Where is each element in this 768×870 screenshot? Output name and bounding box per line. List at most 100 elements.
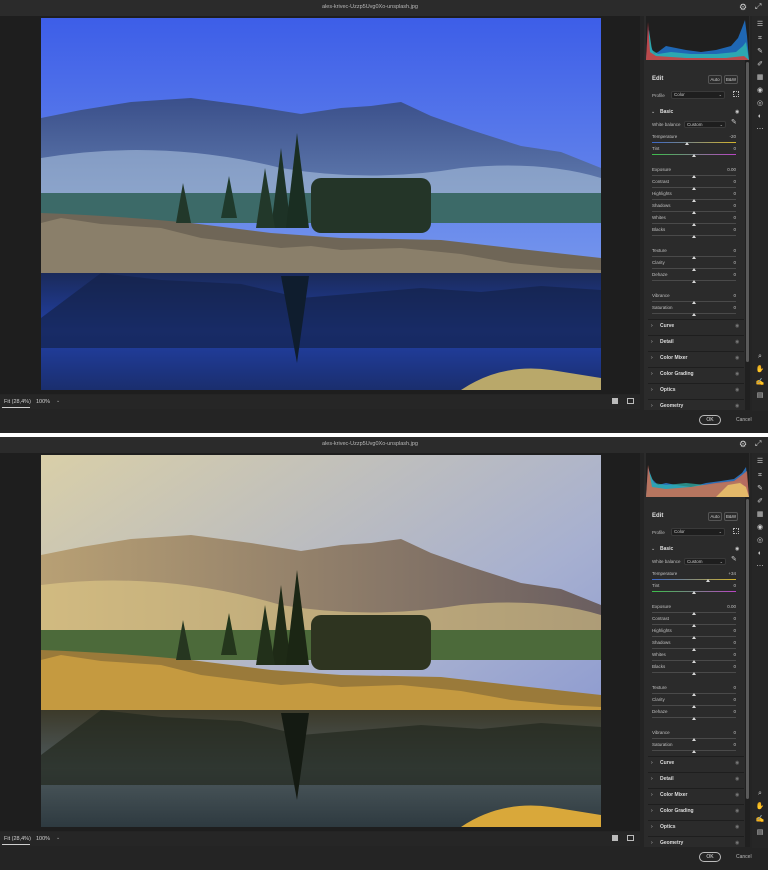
eye-icon[interactable]: ◉ — [735, 760, 739, 766]
eye-icon[interactable]: ◉ — [735, 109, 739, 115]
eye-icon[interactable]: ◉ — [735, 403, 739, 409]
scroll-thumb[interactable] — [746, 499, 749, 799]
zoom-level[interactable]: 100% — [36, 399, 50, 405]
slider-value[interactable]: -20 — [716, 134, 736, 139]
crop-icon[interactable]: ⌗ — [755, 34, 765, 43]
slider-knob[interactable] — [692, 750, 696, 753]
eye-icon[interactable]: ◉ — [735, 387, 739, 393]
zoom-icon[interactable]: ⌕ — [755, 789, 765, 798]
slider-knob[interactable] — [692, 660, 696, 663]
section-header[interactable]: › Color Grading ◉ — [644, 368, 744, 380]
slider-knob[interactable] — [692, 235, 696, 238]
slider-knob[interactable] — [685, 142, 690, 145]
slider-knob[interactable] — [692, 154, 696, 157]
slider-knob[interactable] — [692, 738, 696, 741]
slider-value[interactable]: 0 — [716, 709, 736, 714]
slider-knob[interactable] — [692, 693, 696, 696]
mask-icon[interactable]: ◉ — [755, 523, 765, 532]
slider-value[interactable]: 0 — [716, 697, 736, 702]
grid-toggle-icon[interactable]: ▤ — [755, 391, 765, 400]
white-balance-select[interactable]: Custom ⌄ — [684, 121, 726, 128]
hand-icon[interactable]: ✋ — [755, 365, 765, 374]
slider-value[interactable]: 0.00 — [716, 604, 736, 609]
slider-value[interactable]: 0 — [716, 191, 736, 196]
slider-value[interactable]: 0 — [716, 730, 736, 735]
redeye-icon[interactable]: ◎ — [755, 536, 765, 545]
profile-browser-icon[interactable] — [733, 528, 739, 534]
redeye-icon[interactable]: ◎ — [755, 99, 765, 108]
slider-value[interactable]: 0 — [716, 664, 736, 669]
profile-select[interactable]: Color ⌄ — [671, 91, 725, 99]
gradient-icon[interactable]: ▦ — [755, 510, 765, 519]
slider-value[interactable]: 0 — [716, 203, 736, 208]
eye-icon[interactable]: ◉ — [735, 792, 739, 798]
scroll-thumb[interactable] — [746, 62, 749, 362]
slider-value[interactable]: 0 — [716, 260, 736, 265]
eye-icon[interactable]: ◉ — [735, 840, 739, 846]
slider-value[interactable]: +34 — [716, 571, 736, 576]
section-header[interactable]: › Optics ◉ — [644, 821, 744, 833]
expand-icon[interactable]: ⤢ — [755, 439, 761, 449]
compare-view-icon[interactable] — [627, 398, 634, 404]
auto-button[interactable]: Auto — [708, 75, 722, 84]
more-icon[interactable]: ⋯ — [755, 125, 765, 134]
cancel-button[interactable]: Cancel — [736, 854, 752, 860]
fit-zoom-button[interactable]: Fit (28,4%) — [4, 399, 31, 405]
heal-icon[interactable]: ✎ — [755, 484, 765, 493]
slider-knob[interactable] — [692, 199, 696, 202]
panel-scrollbar[interactable] — [745, 60, 750, 410]
eye-icon[interactable]: ◉ — [735, 824, 739, 830]
slider-knob[interactable] — [692, 187, 696, 190]
crop-icon[interactable]: ⌗ — [755, 471, 765, 480]
eye-icon[interactable]: ◉ — [735, 546, 739, 552]
eye-icon[interactable]: ◉ — [735, 339, 739, 345]
before-after-icon[interactable] — [612, 398, 618, 404]
slider-value[interactable]: 0 — [716, 685, 736, 690]
section-basic-header[interactable]: ⌄ Basic ◉ — [644, 106, 744, 118]
slider-knob[interactable] — [692, 313, 696, 316]
sampler-icon[interactable]: ✍ — [755, 378, 765, 387]
section-basic-header[interactable]: ⌄ Basic ◉ — [644, 543, 744, 555]
slider-knob[interactable] — [692, 211, 696, 214]
zoom-icon[interactable]: ⌕ — [755, 352, 765, 361]
slider-knob[interactable] — [692, 175, 696, 178]
slider-value[interactable]: 0 — [716, 293, 736, 298]
slider-value[interactable]: 0 — [716, 215, 736, 220]
eye-icon[interactable]: ◉ — [735, 355, 739, 361]
slider-knob[interactable] — [692, 591, 696, 594]
panel-scrollbar[interactable] — [745, 497, 750, 847]
slider-value[interactable]: 0 — [716, 640, 736, 645]
hand-icon[interactable]: ✋ — [755, 802, 765, 811]
slider-value[interactable]: 0 — [716, 583, 736, 588]
section-header[interactable]: › Detail ◉ — [644, 336, 744, 348]
profile-select[interactable]: Color ⌄ — [671, 528, 725, 536]
eye-icon[interactable]: ◉ — [735, 371, 739, 377]
heal-icon[interactable]: ✎ — [755, 47, 765, 56]
slider-value[interactable]: 0 — [716, 179, 736, 184]
gradient-icon[interactable]: ▦ — [755, 73, 765, 82]
presets-icon[interactable]: ◐ — [755, 549, 765, 558]
before-after-icon[interactable] — [612, 835, 618, 841]
brush-icon[interactable]: ✐ — [755, 497, 765, 506]
slider-value[interactable]: 0 — [716, 227, 736, 232]
white-balance-select[interactable]: Custom ⌄ — [684, 558, 726, 565]
slider-knob[interactable] — [692, 705, 696, 708]
slider-knob[interactable] — [692, 223, 696, 226]
slider-knob[interactable] — [692, 648, 696, 651]
slider-knob[interactable] — [692, 672, 696, 675]
auto-button[interactable]: Auto — [708, 512, 722, 521]
section-header[interactable]: › Curve ◉ — [644, 757, 744, 769]
slider-track[interactable] — [652, 142, 736, 143]
expand-icon[interactable]: ⤢ — [755, 2, 761, 12]
compare-view-icon[interactable] — [627, 835, 634, 841]
bw-button[interactable]: B&W — [724, 75, 738, 84]
ok-button[interactable]: OK — [699, 852, 721, 862]
slider-value[interactable]: 0 — [716, 146, 736, 151]
profile-browser-icon[interactable] — [733, 91, 739, 97]
section-header[interactable]: › Color Mixer ◉ — [644, 789, 744, 801]
eyedropper-icon[interactable]: ✎ — [731, 555, 737, 563]
gear-icon[interactable]: ⚙ — [739, 439, 747, 450]
slider-knob[interactable] — [692, 256, 696, 259]
section-header[interactable]: › Color Mixer ◉ — [644, 352, 744, 364]
gear-icon[interactable]: ⚙ — [739, 2, 747, 13]
